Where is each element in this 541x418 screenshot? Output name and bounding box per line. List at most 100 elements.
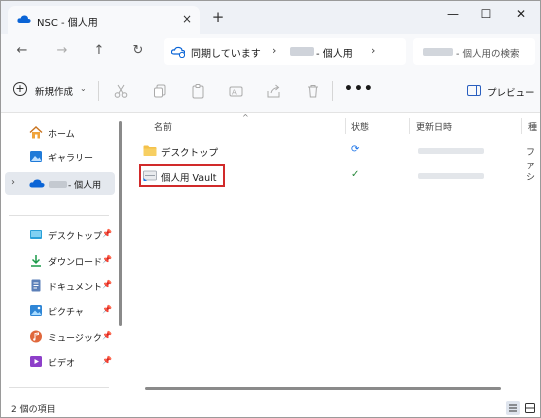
title-bar: NSC - 個人用 × + — ☐ ✕ [1,1,540,34]
file-list: ^ 名前 状態 更新日時 種 デスクトップ ⟳ ファ 個人用 Vault ✓ シ [129,113,540,399]
synced-icon: ✓ [351,169,360,180]
video-icon [30,356,42,367]
redacted-search-name [423,48,453,56]
details-view-icon[interactable] [506,401,520,415]
close-window-button[interactable]: ✕ [504,3,538,25]
sidebar-item-downloads[interactable]: ダウンロード 📌 [5,249,115,272]
sidebar-item-label: ギャラリー [48,154,94,164]
file-name: デスクトップ [161,148,219,159]
item-count: 2 個の項目 [11,405,56,415]
sidebar-item-gallery[interactable]: ギャラリー [5,145,115,168]
pictures-icon [30,305,42,316]
annotation-highlight-box [139,164,225,187]
rename-icon[interactable]: A [228,83,244,99]
preview-label: プレビュー [487,88,535,99]
sidebar-item-desktop[interactable]: デスクトップ 📌 [5,223,115,246]
address-sync-status: 同期しています [191,49,261,60]
share-icon[interactable] [266,83,282,99]
more-options-button[interactable]: ••• [344,81,374,97]
horizontal-scrollbar[interactable] [145,387,501,390]
search-box[interactable]: - 個人用の検索 [413,38,535,65]
divider [98,81,99,101]
search-placeholder: - 個人用の検索 [456,49,520,60]
sidebar-item-label: ピクチャ [48,308,84,318]
sidebar-divider [9,215,109,216]
column-header-status[interactable]: 状態 [351,120,369,133]
chevron-down-icon: ⌄ [80,84,87,93]
back-button[interactable]: ← [11,41,33,61]
pin-icon[interactable]: 📌 [102,331,112,340]
file-type: シ [526,173,536,183]
sidebar-item-home[interactable]: ホーム [5,121,115,144]
sidebar-item-documents[interactable]: ドキュメント 📌 [5,274,115,297]
folder-icon [143,145,157,156]
breadcrumb-chevron[interactable]: › [371,44,375,57]
column-header-date-modified[interactable]: 更新日時 [416,120,452,133]
sidebar-item-onedrive-personal[interactable]: › - 個人用 [5,172,115,195]
sidebar-item-music[interactable]: ミュージック 📌 [5,325,115,348]
column-divider[interactable] [521,118,522,134]
onedrive-sync-icon [171,46,185,58]
up-button[interactable]: ↑ [88,41,110,61]
pin-icon[interactable]: 📌 [102,280,112,289]
minimize-button[interactable]: — [436,3,470,25]
sidebar-item-label: ミュージック [48,334,102,344]
address-bar[interactable]: 同期しています › - 個人用 › [164,38,406,65]
forward-button[interactable]: → [51,41,73,61]
maximize-button[interactable]: ☐ [469,3,503,25]
copy-icon[interactable] [152,83,168,99]
refresh-button[interactable]: ↻ [127,41,149,61]
preview-pane-icon [467,85,481,96]
document-icon [31,279,41,292]
onedrive-cloud-icon [29,179,45,188]
file-explorer-window: NSC - 個人用 × + — ☐ ✕ ← → ↑ ↻ 同期しています › - … [0,0,541,418]
delete-icon[interactable] [305,83,321,99]
list-item-desktop[interactable]: デスクトップ ⟳ ファ [137,140,537,171]
redacted-date [418,173,484,179]
tab-title: NSC - 個人用 [37,18,98,29]
chevron-right-icon[interactable]: › [11,177,15,188]
home-icon [29,126,43,139]
plus-icon: + [13,82,27,96]
thumbnail-view-icon[interactable] [523,401,537,415]
sidebar-scrollbar[interactable] [119,121,122,326]
svg-text:A: A [232,89,237,97]
cut-icon[interactable] [113,83,129,99]
sidebar-item-label: ビデオ [48,359,76,369]
sync-icon: ⟳ [351,144,360,155]
new-label: 新規作成 [35,87,74,98]
onedrive-cloud-icon [17,15,31,23]
breadcrumb-location[interactable]: - 個人用 [316,45,353,60]
gallery-icon [30,151,42,162]
desktop-folder-icon [30,230,42,239]
tab-nsc-personal[interactable]: NSC - 個人用 × [8,6,200,34]
new-tab-button[interactable]: + [210,9,226,25]
pin-icon[interactable]: 📌 [102,356,112,365]
redacted-account-name [290,47,314,56]
redacted-account-name [49,181,67,188]
sidebar-item-pictures[interactable]: ピクチャ 📌 [5,299,115,322]
status-bar: 2 個の項目 [1,399,540,417]
column-divider[interactable] [409,118,410,134]
redacted-date [418,148,484,154]
divider [332,81,333,101]
pin-icon[interactable]: 📌 [102,305,112,314]
sidebar-item-label: ドキュメント [48,283,103,293]
sidebar-item-videos[interactable]: ビデオ 📌 [5,350,115,373]
sidebar-item-label: ホーム [48,130,75,140]
download-icon [31,255,41,267]
sidebar-divider [9,387,109,388]
column-divider[interactable] [345,118,346,134]
tab-close-button[interactable]: × [180,12,194,26]
sort-ascending-icon: ^ [242,113,249,122]
music-icon [30,330,42,343]
sidebar-item-label: ダウンロード [48,258,103,268]
command-bar: + 新規作成 ⌄ A ••• プレビュー [1,69,540,113]
paste-icon[interactable] [190,83,206,99]
navigation-bar: ← → ↑ ↻ 同期しています › - 個人用 › - 個人用の検索 [1,34,540,69]
pin-icon[interactable]: 📌 [102,229,112,238]
pin-icon[interactable]: 📌 [102,255,112,264]
column-header-type[interactable]: 種 [528,120,537,133]
sidebar-item-label: - 個人用 [68,181,102,191]
column-header-name[interactable]: 名前 [154,120,172,133]
